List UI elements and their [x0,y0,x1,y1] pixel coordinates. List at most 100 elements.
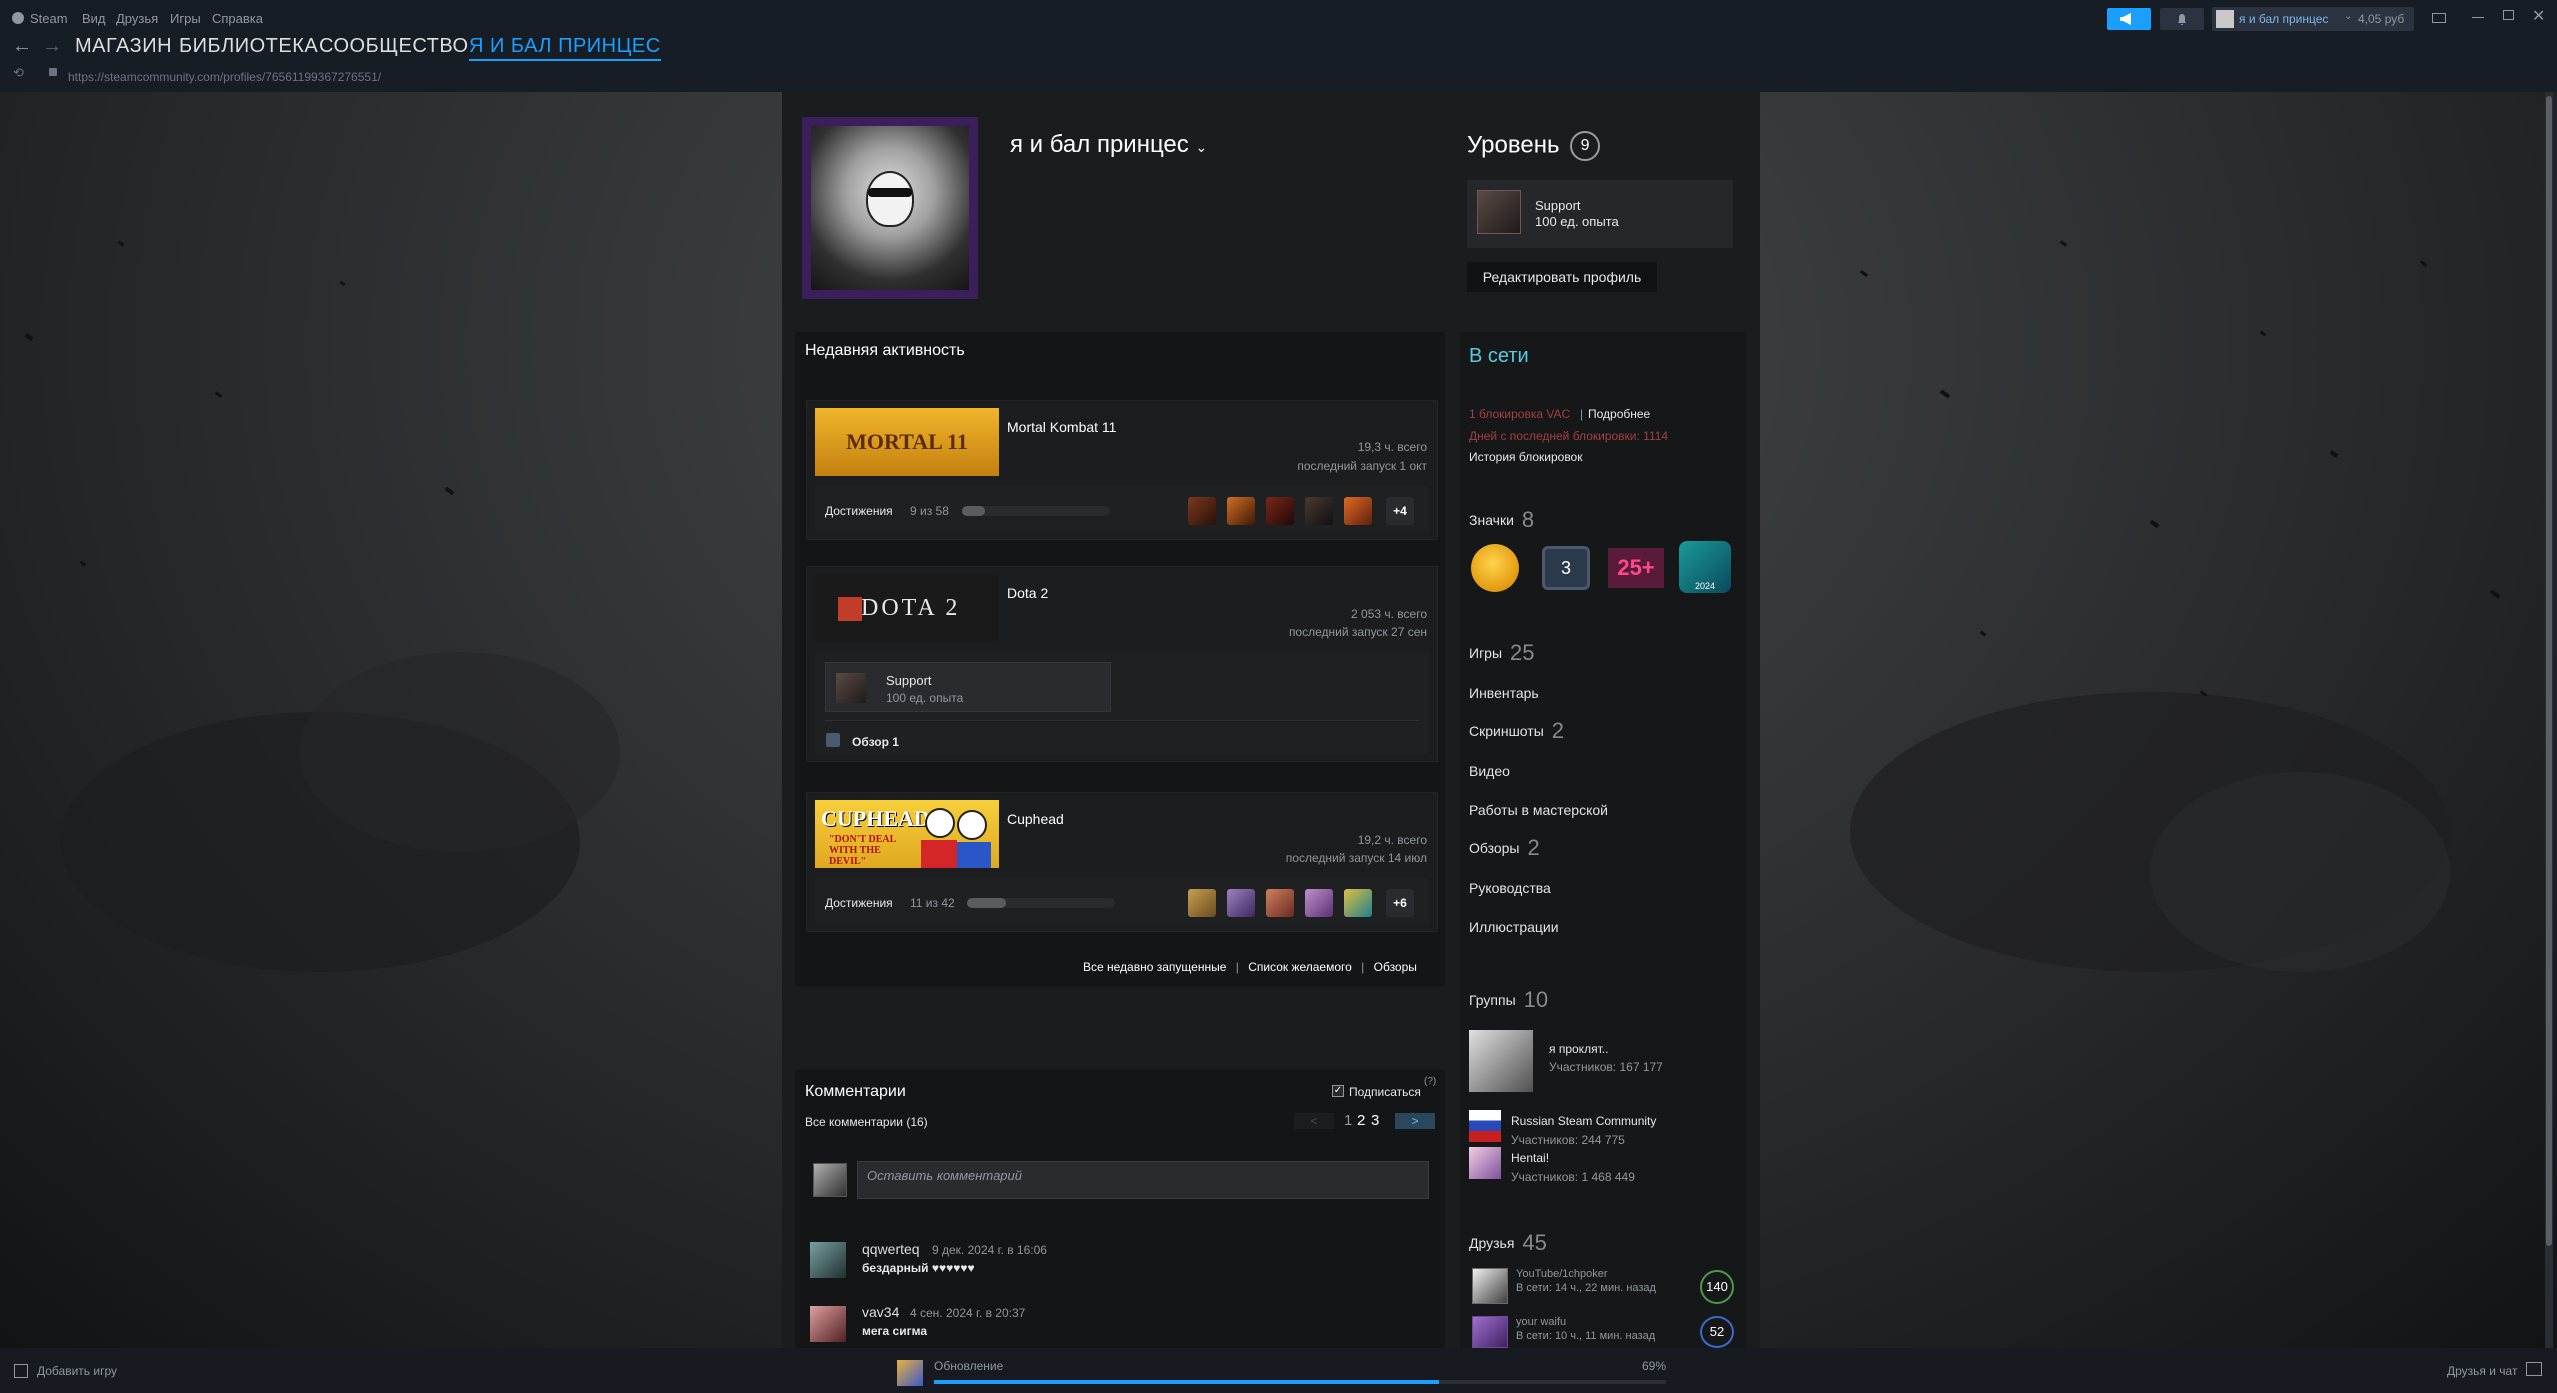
group-avatar[interactable] [1469,1147,1501,1179]
comment-author[interactable]: vav34 [862,1304,899,1320]
badges-link[interactable]: Значки 8 [1469,507,1534,533]
achievement-icon[interactable] [1344,889,1372,917]
all-comments-link[interactable]: Все комментарии (16) [805,1115,928,1129]
menu-friends[interactable]: Друзья [116,11,158,26]
menu-view[interactable]: Вид [82,11,106,26]
dota-badge[interactable]: Support 100 ед. опыта [825,662,1111,712]
achievement-icon[interactable] [1227,497,1255,525]
achievement-icon[interactable] [1305,889,1333,917]
game-capsule-mk11[interactable]: MORTAL 11 KOMBAT [815,408,999,522]
edit-profile-button[interactable]: Редактировать профиль [1467,262,1657,292]
tab-community[interactable]: СООБЩЕСТВО [319,35,469,58]
reload-icon[interactable]: ⟲ [13,65,24,81]
game-name-mk11[interactable]: Mortal Kombat 11 [1007,419,1116,435]
help-link[interactable]: (?) [1424,1076,1436,1087]
menu-help[interactable]: Справка [212,11,263,26]
group-avatar[interactable] [1469,1030,1533,1092]
friend-name[interactable]: YouTube/1chpoker [1516,1268,1608,1280]
game-name-cuphead[interactable]: Cuphead [1007,811,1064,827]
friend-name[interactable]: your waifu [1516,1316,1566,1328]
account-menu[interactable]: я и бал принцес ⌄ 4,05 руб [2212,7,2414,31]
sidebar-link-reviews[interactable]: Обзоры 2 [1469,835,1540,861]
forward-arrow-icon[interactable]: → [42,35,62,58]
profile-name[interactable]: я и бал принцес ⌄ [1010,131,1207,159]
update-progress-bar[interactable] [934,1380,1666,1384]
subscribe-checkbox[interactable]: ✓ [1332,1085,1344,1097]
close-icon[interactable]: ✕ [2532,6,2545,26]
steam-2024-badge-icon[interactable]: 2024 [1679,541,1731,593]
scrollbar-thumb[interactable] [2546,96,2552,1246]
chat-icon[interactable] [2526,1362,2542,1376]
group-name[interactable]: Hentai! [1511,1151,1549,1165]
sidebar-link-artwork[interactable]: Иллюстрации [1469,919,1559,935]
sidebar-link-screenshots[interactable]: Скриншоты 2 [1469,718,1564,744]
achievements-label-mk11[interactable]: Достижения [825,504,893,518]
tab-store[interactable]: МАГАЗИН [75,35,172,58]
game-name-dota2[interactable]: Dota 2 [1007,585,1048,601]
sidebar-link-videos[interactable]: Видео [1469,763,1510,779]
sidebar-link-workshop[interactable]: Работы в мастерской [1469,802,1608,818]
achievement-icon[interactable] [1266,889,1294,917]
achievements-more[interactable]: +6 [1386,889,1414,917]
minimize-icon[interactable] [2472,17,2484,18]
groups-count: 10 [1523,987,1549,1012]
commenter-avatar[interactable] [810,1306,846,1342]
groups-link[interactable]: Группы 10 [1469,987,1548,1013]
steam-logo-icon[interactable] [12,12,24,24]
page-2[interactable]: 2 [1357,1112,1365,1129]
coin-badge-icon[interactable] [1471,544,1519,592]
page-3[interactable]: 3 [1371,1112,1379,1129]
game-capsule-cuphead[interactable]: CUPHEAD "DON'T DEAL WITH THE DEVIL" [815,800,999,868]
group-avatar[interactable] [1469,1110,1501,1142]
comment-author[interactable]: qqwerteq [862,1241,920,1257]
restore-icon[interactable] [2503,10,2514,20]
sidebar-link-label: Иллюстрации [1469,919,1559,935]
link-reviews[interactable]: Обзоры [1374,960,1417,974]
sidebar-link-inventory[interactable]: Инвентарь [1469,685,1539,701]
review-link[interactable]: Обзор 1 [852,735,899,749]
achievement-icon[interactable] [1305,497,1333,525]
achievements-label-cuphead[interactable]: Достижения [825,896,893,910]
notifications-button[interactable] [2160,8,2204,30]
link-recently-played[interactable]: Все недавно запущенные [1083,960,1226,974]
featured-badge[interactable]: Support 100 ед. опыта [1467,180,1733,248]
achievement-icon[interactable] [1344,497,1372,525]
ban-history-link[interactable]: История блокировок [1469,450,1582,464]
commenter-avatar[interactable] [810,1242,846,1278]
back-arrow-icon[interactable]: ← [12,35,32,58]
dota-logo-icon [838,597,862,621]
group-name[interactable]: я проклят.. [1549,1042,1608,1056]
subscribe-label[interactable]: Подписаться [1349,1085,1421,1099]
group-name[interactable]: Russian Steam Community [1511,1114,1656,1128]
years-badge-icon[interactable]: 3 [1542,546,1590,590]
achievement-icon[interactable] [1266,497,1294,525]
menu-steam[interactable]: Steam [30,11,68,26]
friends-chat-button[interactable]: Друзья и чат [2447,1364,2517,1378]
friend-avatar[interactable] [1472,1268,1508,1304]
announcements-button[interactable] [2107,8,2151,30]
games-25-badge-icon[interactable]: 25+ [1608,548,1664,588]
add-game-icon[interactable] [14,1364,28,1378]
sidebar-link-label: Инвентарь [1469,685,1539,701]
friends-link[interactable]: Друзья 45 [1469,1230,1547,1256]
tab-profile[interactable]: Я И БАЛ ПРИНЦЕС [469,35,661,61]
add-game-button[interactable]: Добавить игру [37,1364,117,1378]
prev-page-button[interactable]: < [1294,1113,1334,1129]
sidebar-link-games[interactable]: Игры 25 [1469,640,1535,666]
page-1[interactable]: 1 [1344,1112,1352,1129]
page-scrollbar[interactable] [2545,92,2553,1348]
friend-avatar[interactable] [1472,1316,1508,1348]
menu-games[interactable]: Игры [170,11,201,26]
achievements-more[interactable]: +4 [1386,497,1414,525]
link-wishlist[interactable]: Список желаемого [1248,960,1352,974]
achievement-icon[interactable] [1188,889,1216,917]
vac-more-link[interactable]: Подробнее [1588,407,1650,421]
tab-library[interactable]: БИБЛИОТЕКА [179,35,318,58]
sidebar-link-guides[interactable]: Руководства [1469,880,1551,896]
comment-input[interactable]: Оставить комментарий [857,1161,1429,1199]
achievement-icon[interactable] [1188,497,1216,525]
achievement-icon[interactable] [1227,889,1255,917]
big-picture-icon[interactable] [2432,13,2446,23]
url-bar[interactable]: https://steamcommunity.com/profiles/7656… [68,70,381,84]
next-page-button[interactable]: > [1395,1113,1435,1129]
